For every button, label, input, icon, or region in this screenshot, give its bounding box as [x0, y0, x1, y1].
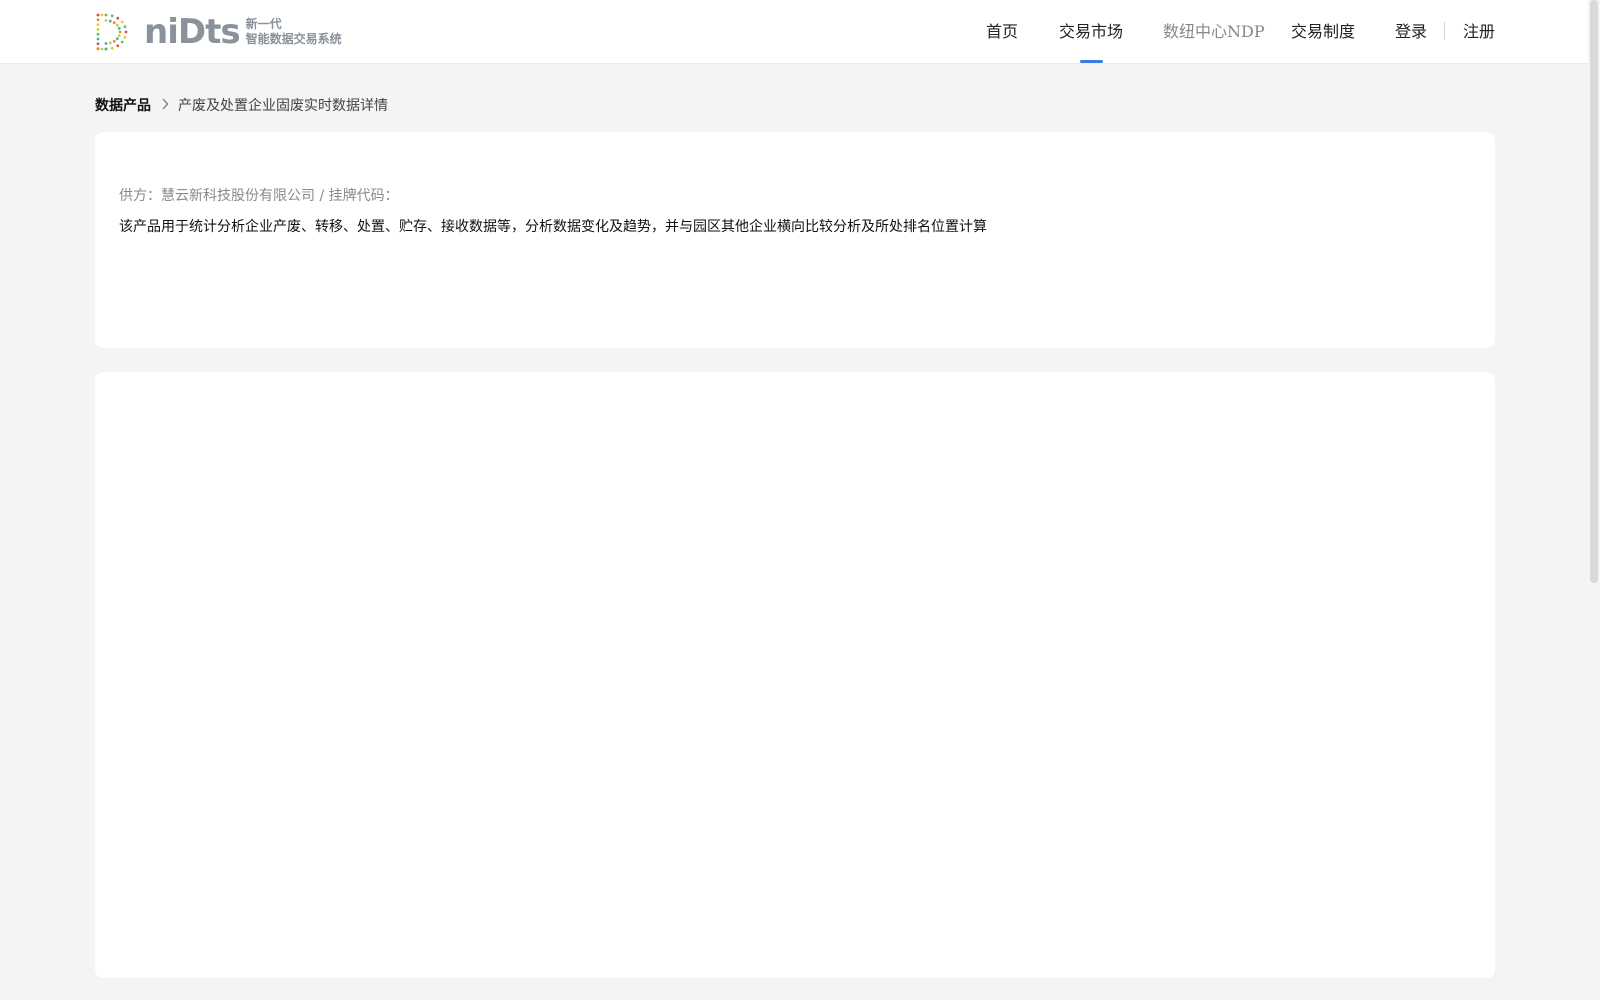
logo-wordmark: niDts: [144, 12, 241, 52]
login-link[interactable]: 登录: [1395, 0, 1427, 63]
page: niDts 新一代 智能数据交易系统 首页 交易市场 数纽中心NDP 交易制度 …: [0, 0, 1600, 1000]
logo-tagline-line1: 新一代: [245, 17, 282, 31]
nav-home[interactable]: 首页: [986, 0, 1018, 63]
nav-market[interactable]: 交易市场: [1059, 0, 1123, 63]
nav-rules[interactable]: 交易制度: [1291, 0, 1355, 63]
product-description: 该产品用于统计分析企业产废、转移、处置、贮存、接收数据等，分析数据变化及趋势，并…: [119, 219, 987, 235]
logo-tagline-line2: 智能数据交易系统: [245, 32, 342, 46]
nav-divider: [1444, 22, 1445, 40]
page-scrollbar[interactable]: [1588, 0, 1600, 1000]
site-logo[interactable]: niDts 新一代 智能数据交易系统: [94, 11, 342, 53]
nav-active-indicator: [1080, 60, 1103, 63]
breadcrumb-root-link[interactable]: 数据产品: [95, 95, 151, 115]
product-summary-card: 供方：慧云新科技股份有限公司 / 挂牌代码： 该产品用于统计分析企业产废、转移、…: [95, 132, 1495, 348]
chevron-right-icon: [161, 98, 169, 113]
top-header: niDts 新一代 智能数据交易系统 首页 交易市场 数纽中心NDP 交易制度 …: [0, 0, 1588, 64]
supplier-info: 供方：慧云新科技股份有限公司 / 挂牌代码：: [119, 188, 399, 204]
logo-tagline: 新一代 智能数据交易系统: [246, 17, 342, 47]
product-detail-panel: [95, 372, 1495, 978]
breadcrumb: 数据产品 产废及处置企业固废实时数据详情: [95, 94, 388, 116]
nav-ndp[interactable]: 数纽中心NDP: [1163, 0, 1265, 63]
register-link[interactable]: 注册: [1463, 0, 1495, 63]
scrollbar-thumb[interactable]: [1590, 0, 1598, 583]
logo-dots-icon: [96, 13, 128, 51]
breadcrumb-current: 产废及处置企业固废实时数据详情: [178, 98, 388, 114]
